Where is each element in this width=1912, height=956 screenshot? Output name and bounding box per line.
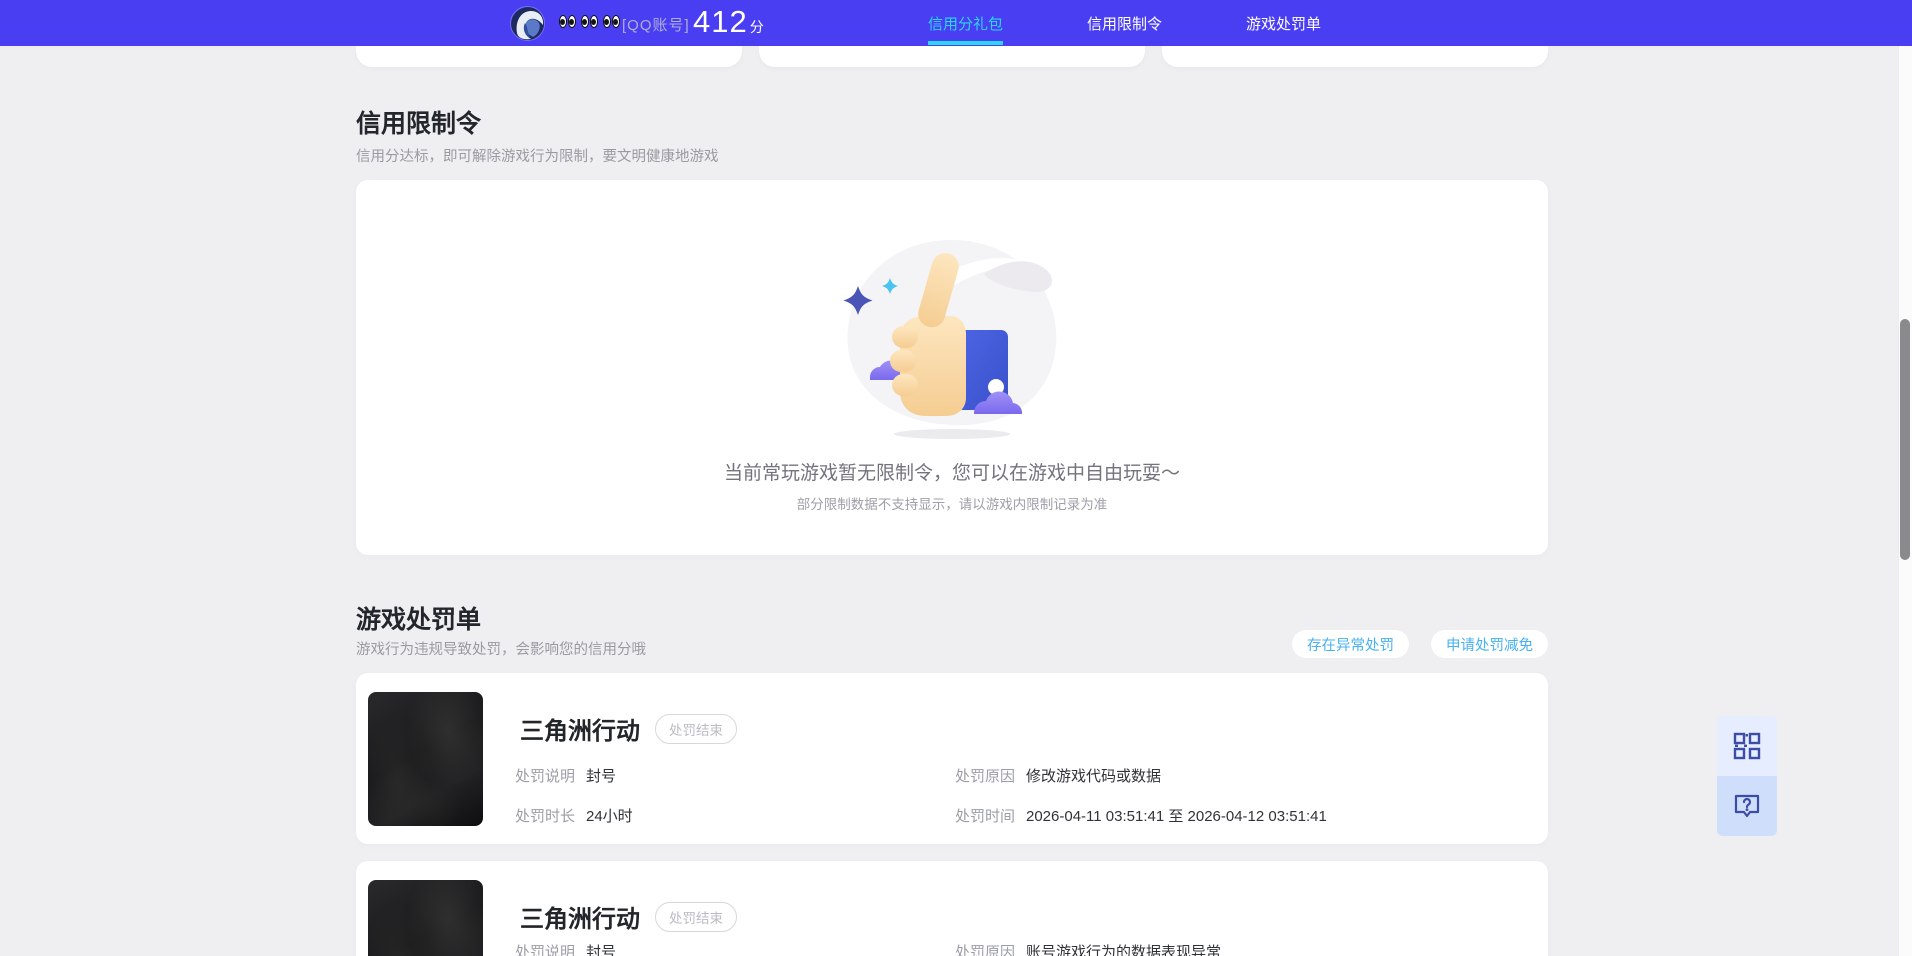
tab-credit-restriction[interactable]: 信用限制令	[1087, 0, 1162, 46]
penalty-card: 三角洲行动 处罚结束 处罚说明 封号 处罚原因 修改游戏代码或数据 处罚时长 2…	[356, 673, 1548, 844]
penalty-desc-value: 封号	[586, 943, 617, 956]
penalty-desc-label: 处罚说明	[515, 943, 576, 956]
penalty-reason-value: 账号游戏行为的数据表现异常	[1026, 943, 1222, 956]
penalty-details: 处罚说明 封号 处罚原因 修改游戏代码或数据 处罚时长 24小时 处罚时间 20…	[515, 765, 1545, 844]
penalty-card: 三角洲行动 处罚结束 处罚说明 封号 处罚原因 账号游戏行为的数据表现异常	[356, 861, 1548, 956]
penalty-details: 处罚说明 封号 处罚原因 账号游戏行为的数据表现异常	[515, 941, 1545, 956]
cutoff-card	[356, 46, 742, 67]
cutoff-card	[1162, 46, 1548, 67]
qr-code-icon	[1733, 732, 1761, 760]
game-thumbnail	[368, 692, 483, 826]
avatar-image	[511, 7, 544, 40]
credit-score-value: 412	[693, 4, 748, 39]
side-widget-group	[1717, 716, 1777, 836]
penalty-reduction-link[interactable]: 申请处罚减免	[1431, 630, 1548, 658]
penalty-reason-value: 修改游戏代码或数据	[1026, 767, 1162, 785]
penalty-time-label: 处罚时间	[955, 807, 1016, 825]
thumbs-up-illustration	[843, 240, 1057, 439]
game-thumbnail	[368, 880, 483, 956]
eyes-emoji-nickname	[559, 15, 620, 28]
penalty-duration-value: 24小时	[586, 807, 633, 825]
penalty-reason-label: 处罚原因	[955, 767, 1016, 785]
credit-score-unit: 分	[749, 19, 764, 35]
penalty-time-value: 2026-04-11 03:51:41 至 2026-04-12 03:51:4…	[1026, 807, 1327, 825]
game-title: 三角洲行动	[520, 718, 640, 745]
scrolled-cards-row	[356, 46, 1548, 67]
restriction-section-title: 信用限制令	[356, 110, 482, 138]
qr-code-button[interactable]	[1717, 716, 1777, 776]
account-type-label: [QQ账号]	[622, 17, 690, 34]
scrollbar-track[interactable]	[1898, 0, 1912, 956]
penalty-section-title: 游戏处罚单	[356, 606, 482, 634]
user-avatar[interactable]	[510, 6, 545, 41]
game-title: 三角洲行动	[520, 906, 640, 933]
cutoff-card	[759, 46, 1145, 67]
empty-state-note: 部分限制数据不支持显示，请以游戏内限制记录为准	[796, 497, 1108, 512]
credit-score: 412 分	[693, 4, 764, 40]
empty-state-message: 当前常玩游戏暂无限制令，您可以在游戏中自由玩耍～	[723, 463, 1180, 484]
penalty-actions: 存在异常处罚 申请处罚减免	[1292, 630, 1548, 658]
tab-credit-gift[interactable]: 信用分礼包	[928, 0, 1004, 46]
penalty-status-badge: 处罚结束	[655, 713, 737, 744]
tab-game-penalty[interactable]: 游戏处罚单	[1246, 0, 1321, 46]
eyes-emoji	[603, 15, 620, 28]
help-question-icon	[1734, 794, 1760, 818]
penalty-section-subtitle: 游戏行为违规导致处罚，会影响您的信用分哦	[356, 642, 646, 658]
top-nav-bar: [QQ账号] 412 分 信用分礼包 信用限制令 游戏处罚单	[0, 0, 1912, 46]
restriction-section-subtitle: 信用分达标，即可解除游戏行为限制，要文明健康地游戏	[356, 149, 719, 165]
penalty-desc-label: 处罚说明	[515, 767, 576, 785]
penalty-status-badge: 处罚结束	[655, 901, 737, 932]
penalty-duration-label: 处罚时长	[515, 807, 576, 825]
penalty-desc-value: 封号	[586, 767, 617, 785]
penalty-reason-label: 处罚原因	[955, 943, 1016, 956]
scrollbar-thumb[interactable]	[1900, 319, 1910, 560]
nav-tabs: 信用分礼包 信用限制令 游戏处罚单	[928, 0, 1321, 46]
eyes-emoji	[559, 15, 576, 28]
abnormal-penalty-link[interactable]: 存在异常处罚	[1292, 630, 1409, 658]
help-button[interactable]	[1717, 776, 1777, 836]
restriction-empty-card: 当前常玩游戏暂无限制令，您可以在游戏中自由玩耍～ 部分限制数据不支持显示，请以游…	[356, 180, 1548, 555]
eyes-emoji	[581, 15, 598, 28]
